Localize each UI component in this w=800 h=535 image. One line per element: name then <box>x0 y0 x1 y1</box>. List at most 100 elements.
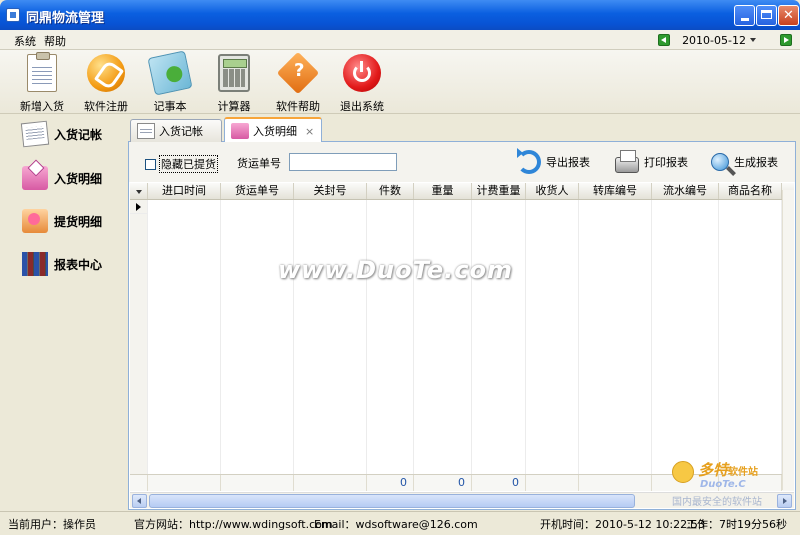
register-icon <box>87 54 125 92</box>
logo-title: 多特软件站 <box>698 459 758 480</box>
column-header[interactable]: 货运单号 <box>221 183 294 199</box>
data-grid[interactable]: 进口时间 货运单号 关封号 件数 重量 计费重量 收货人 转库编号 流水编号 商… <box>130 183 794 493</box>
summary-cell <box>526 475 579 491</box>
column-header[interactable]: 商品名称 <box>719 183 782 199</box>
help-button[interactable]: 软件帮助 <box>266 51 330 113</box>
magnifier-icon <box>711 153 729 171</box>
toolbar: 新增入货 软件注册 记事本 计算器 软件帮助 退出系统 <box>0 50 800 114</box>
print-report-button[interactable]: 打印报表 <box>615 148 688 176</box>
tab-strip: 入货记帐 入货明细 × <box>128 116 796 143</box>
waybill-input[interactable] <box>289 153 397 171</box>
column-header[interactable]: 进口时间 <box>148 183 221 199</box>
vertical-scrollbar[interactable] <box>782 190 794 490</box>
checkbox-box[interactable] <box>145 158 156 170</box>
hide-picked-checkbox[interactable]: 隐藏已提货 <box>145 155 218 173</box>
notebook-button[interactable]: 记事本 <box>138 50 202 113</box>
grid-column <box>579 200 652 474</box>
menu-help[interactable]: 帮助 <box>44 33 66 49</box>
exit-label: 退出系统 <box>340 100 384 113</box>
minimize-icon <box>741 18 749 21</box>
date-picker[interactable]: 2010-05-12 <box>676 34 774 47</box>
column-header[interactable]: 关封号 <box>294 183 367 199</box>
tab-inbound-detail[interactable]: 入货明细 × <box>224 117 322 143</box>
sidebar-item-label: 入货明细 <box>54 171 103 186</box>
scroll-left-arrow-icon[interactable] <box>132 494 147 508</box>
print-report-label: 打印报表 <box>644 156 688 169</box>
sidebar: 入货记帐 入货明细 提货明细 报表中心 <box>0 115 126 510</box>
clipboard-icon <box>27 52 57 92</box>
sidebar-item-label: 提货明细 <box>54 214 103 229</box>
notebook-label: 记事本 <box>153 100 187 113</box>
prev-date-arrow-icon[interactable] <box>658 34 671 46</box>
status-boot-time: 开机时间：2010-5-12 10:22:53 <box>540 518 705 531</box>
column-header[interactable]: 收货人 <box>526 183 579 199</box>
app-icon <box>6 8 20 22</box>
grid-header: 进口时间 货运单号 关封号 件数 重量 计费重量 收货人 转库编号 流水编号 商… <box>130 183 794 200</box>
next-date-arrow-icon[interactable] <box>780 34 792 46</box>
generate-report-button[interactable]: 生成报表 <box>711 148 778 176</box>
summary-cell <box>130 475 148 491</box>
status-website: 官方网站：http://www.wdingsoft.com <box>134 518 333 531</box>
tab-inbound-ledger[interactable]: 入货记帐 <box>130 119 222 142</box>
scroll-thumb[interactable] <box>149 494 635 508</box>
grid-column <box>472 200 526 474</box>
register-label: 软件注册 <box>84 100 128 113</box>
column-header[interactable]: 流水编号 <box>652 183 719 199</box>
sidebar-item-label: 报表中心 <box>54 257 103 272</box>
column-header[interactable]: 计费重量 <box>472 183 526 199</box>
grid-corner[interactable] <box>130 183 148 199</box>
export-report-label: 导出报表 <box>546 156 590 169</box>
export-report-button[interactable]: 导出报表 <box>517 148 590 176</box>
ledger-icon <box>20 120 50 148</box>
logo-title-text: 多特 <box>698 461 729 479</box>
minimize-button[interactable] <box>734 5 755 26</box>
tab-close-icon[interactable]: × <box>305 125 314 138</box>
register-button[interactable]: 软件注册 <box>74 54 138 113</box>
mascot-icon <box>672 461 694 483</box>
waybill-label: 货运单号 <box>237 157 281 170</box>
calculator-icon <box>218 54 250 92</box>
grid-column <box>221 200 294 474</box>
sidebar-item-report-center[interactable]: 报表中心 <box>22 249 102 279</box>
sidebar-item-inbound-detail[interactable]: 入货明细 <box>22 163 102 193</box>
duote-logo: 多特软件站 DuoTe.C 国内最安全的软件站 <box>672 457 796 508</box>
grid-column <box>719 200 782 474</box>
column-header[interactable]: 重量 <box>414 183 472 199</box>
column-header[interactable]: 转库编号 <box>579 183 652 199</box>
sidebar-item-inbound-ledger[interactable]: 入货记帐 <box>20 119 103 149</box>
summary-pieces-total: 0 <box>367 475 414 491</box>
grid-column <box>414 200 472 474</box>
window-title: 同鼎物流管理 <box>26 11 105 26</box>
maximize-icon <box>761 10 772 19</box>
status-uptime: 工作：7时19分56秒 <box>686 518 787 531</box>
books-icon <box>22 252 48 276</box>
summary-cell <box>221 475 294 491</box>
column-header[interactable]: 件数 <box>367 183 414 199</box>
summary-cell <box>579 475 652 491</box>
summary-weight-total: 0 <box>414 475 472 491</box>
notebook-icon <box>147 50 193 96</box>
watermark-text: www.DuoTe.com <box>278 256 513 284</box>
status-email: Email：wdsoftware@126.com <box>314 518 478 531</box>
sidebar-item-label: 入货记帐 <box>54 127 103 142</box>
close-icon: ✕ <box>783 8 794 23</box>
new-inbound-button[interactable]: 新增入货 <box>10 52 74 113</box>
dropdown-arrow-icon <box>136 190 142 194</box>
close-button[interactable]: ✕ <box>778 5 799 26</box>
grid-column <box>294 200 367 474</box>
grid-column <box>526 200 579 474</box>
sidebar-item-pickup-detail[interactable]: 提货明细 <box>22 206 102 236</box>
tab-label: 入货记帐 <box>159 125 203 138</box>
title-bar[interactable]: 同鼎物流管理 ✕ <box>0 0 800 30</box>
exit-button[interactable]: 退出系统 <box>330 54 394 113</box>
menu-system[interactable]: 系统 <box>14 33 36 49</box>
current-row-indicator-icon[interactable] <box>130 200 148 214</box>
maximize-button[interactable] <box>756 5 777 26</box>
calculator-button[interactable]: 计算器 <box>202 54 266 113</box>
tab-label: 入货明细 <box>253 125 297 138</box>
logo-url: DuoTe.C <box>700 479 746 490</box>
generate-report-label: 生成报表 <box>734 156 778 169</box>
detail-panel: 隐藏已提货 货运单号 导出报表 打印报表 生成报表 进口时间 货运单号 关封号 … <box>128 142 796 510</box>
power-icon <box>343 54 381 92</box>
printer-icon <box>615 150 639 173</box>
